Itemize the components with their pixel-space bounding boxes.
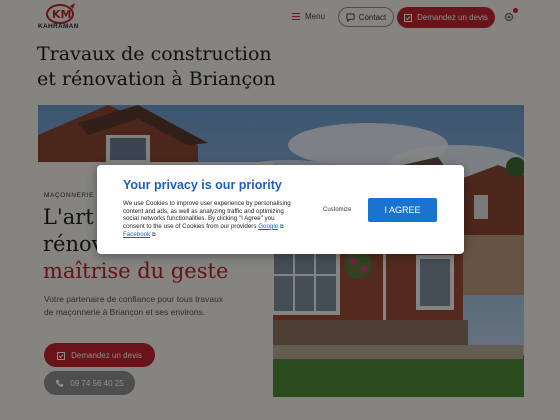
cookie-body: We use Cookies to improve user experienc… (123, 200, 293, 240)
facebook-link[interactable]: Facebook (123, 231, 150, 238)
cookie-modal: Your privacy is our priority We use Cook… (97, 165, 464, 254)
customize-button[interactable]: Customize (323, 207, 351, 213)
agree-button[interactable]: I AGREE (368, 198, 437, 222)
cookie-title: Your privacy is our priority (123, 178, 282, 192)
external-link-icon: ⧉ (279, 223, 284, 230)
google-link[interactable]: Google (258, 223, 278, 230)
external-link-icon: ⧉ (151, 232, 156, 239)
